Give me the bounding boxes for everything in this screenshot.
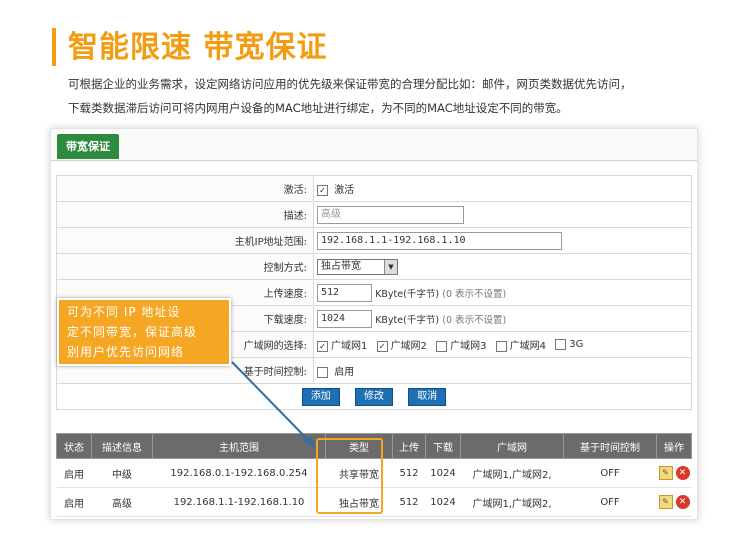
row-actions: ✎ ✕ xyxy=(656,487,692,517)
ip-range-label: 主机IP地址范围: xyxy=(56,227,314,254)
wan1-label: 广域网1 xyxy=(331,341,368,352)
activate-checkbox[interactable]: ✓ xyxy=(317,184,328,196)
activate-label: 激活: xyxy=(56,175,314,202)
description-placeholder: 高级 xyxy=(321,208,341,220)
wan-option-1[interactable]: ✓ 广域网1 xyxy=(317,340,368,352)
ip-range-input[interactable]: 192.168.1.1-192.168.1.10 xyxy=(317,231,562,250)
wan1-checkbox[interactable]: ✓ xyxy=(317,340,328,352)
description-input[interactable]: 高级 xyxy=(317,205,464,224)
callout-line-3: 别用户优先访问网络 xyxy=(67,345,185,359)
col-desc: 描述信息 xyxy=(91,433,153,459)
wan-option-2[interactable]: ✓ 广域网2 xyxy=(376,340,427,352)
col-range: 主机范围 xyxy=(152,433,326,459)
control-mode-selected: 独占带宽 xyxy=(321,260,361,272)
wan-option-3[interactable]: 广域网3 xyxy=(436,340,487,352)
row-time-control: OFF xyxy=(563,487,657,517)
tab-bar: 带宽保证 xyxy=(51,129,697,161)
row-wan: 广域网1,广域网2, xyxy=(460,458,564,488)
callout-box: 可为不同 IP 地址设 定不同带宽，保证高级 别用户优先访问网络 xyxy=(57,298,231,366)
activate-checkbox-label: 激活 xyxy=(334,185,355,196)
row-desc: 高级 xyxy=(91,487,153,517)
description-line-2: 下载类数据滞后访问可将内网用户设备的MAC地址进行绑定，为不同的MAC地址设定不… xyxy=(68,101,568,115)
upload-unit: KByte(千字节) xyxy=(375,288,440,300)
form-row-control-mode: 控制方式: 独占带宽 ▼ xyxy=(56,253,692,280)
col-wan: 广域网 xyxy=(460,433,564,459)
callout-line-2: 定不同带宽，保证高级 xyxy=(67,325,198,339)
tab-bandwidth-guarantee[interactable]: 带宽保证 xyxy=(57,134,119,159)
col-status: 状态 xyxy=(56,433,92,459)
chevron-down-icon: ▼ xyxy=(384,259,397,274)
row-desc: 中级 xyxy=(91,458,153,488)
callout-line-1: 可为不同 IP 地址设 xyxy=(67,305,181,319)
col-download: 下载 xyxy=(425,433,461,459)
wan-option-3g[interactable]: 3G xyxy=(555,338,584,351)
row-upload: 512 xyxy=(392,487,426,517)
row-time-control: OFF xyxy=(563,458,657,488)
edit-icon[interactable]: ✎ xyxy=(658,466,673,480)
row-wan: 广域网1,广域网2, xyxy=(460,487,564,517)
row-download: 1024 xyxy=(425,487,461,517)
3g-label: 3G xyxy=(569,339,584,351)
edit-icon[interactable]: ✎ xyxy=(658,495,673,509)
form-row-ip-range: 主机IP地址范围: 192.168.1.1-192.168.1.10 xyxy=(56,227,692,254)
wan3-label: 广域网3 xyxy=(450,341,487,352)
row-range: 192.168.1.1-192.168.1.10 xyxy=(152,487,326,517)
download-unit: KByte(千字节) xyxy=(375,314,440,326)
description-line-1: 可根据企业的业务需求，设定网络访问应用的优先级来保证带宽的合理分配比如：邮件，网… xyxy=(68,77,632,91)
row-range: 192.168.0.1-192.168.0.254 xyxy=(152,458,326,488)
control-mode-select[interactable]: 独占带宽 ▼ xyxy=(317,258,398,275)
form-row-description: 描述: 高级 xyxy=(56,201,692,228)
download-speed-input[interactable]: 1024 xyxy=(317,309,372,328)
bandwidth-form: 激活: ✓ 激活 描述: 高级 主机IP地址范围: 192.168.1.1-19… xyxy=(56,175,692,410)
description-label: 描述: xyxy=(56,201,314,228)
wan4-label: 广域网4 xyxy=(509,341,547,352)
cancel-button[interactable]: 取消 xyxy=(408,387,447,406)
wan2-label: 广域网2 xyxy=(390,341,427,352)
row-upload: 512 xyxy=(392,458,426,488)
delete-icon[interactable]: ✕ xyxy=(675,495,690,509)
delete-icon[interactable]: ✕ xyxy=(675,466,690,480)
add-button[interactable]: 添加 xyxy=(301,387,340,406)
col-actions: 操作 xyxy=(656,433,692,459)
row-status: 启用 xyxy=(56,458,92,488)
wan-option-4[interactable]: 广域网4 xyxy=(495,340,547,352)
upload-hint: (0 表示不设置) xyxy=(442,288,507,300)
col-upload: 上传 xyxy=(392,433,426,459)
upload-speed-input[interactable]: 512 xyxy=(317,283,372,302)
wan4-checkbox[interactable] xyxy=(495,340,507,352)
modify-button[interactable]: 修改 xyxy=(355,387,393,406)
title-accent-bar xyxy=(52,28,56,66)
download-hint: (0 表示不设置) xyxy=(442,314,507,326)
row-status: 启用 xyxy=(56,487,92,517)
page-description: 可根据企业的业务需求，设定网络访问应用的优先级来保证带宽的合理分配比如：邮件，网… xyxy=(68,72,718,120)
time-control-checkbox[interactable] xyxy=(317,366,328,378)
wan3-checkbox[interactable] xyxy=(436,340,448,352)
wan2-checkbox[interactable]: ✓ xyxy=(376,340,388,352)
3g-checkbox[interactable] xyxy=(555,338,567,350)
control-mode-label: 控制方式: xyxy=(56,253,314,280)
page-title: 智能限速 带宽保证 xyxy=(68,30,328,65)
row-actions: ✎ ✕ xyxy=(656,458,692,488)
col-time-control: 基于时间控制 xyxy=(563,433,657,459)
row-download: 1024 xyxy=(425,458,461,488)
type-column-highlight xyxy=(316,438,383,514)
time-control-checkbox-label: 启用 xyxy=(334,367,355,378)
form-row-buttons: 添加 修改 取消 xyxy=(56,383,692,410)
form-row-activate: 激活: ✓ 激活 xyxy=(56,175,692,202)
